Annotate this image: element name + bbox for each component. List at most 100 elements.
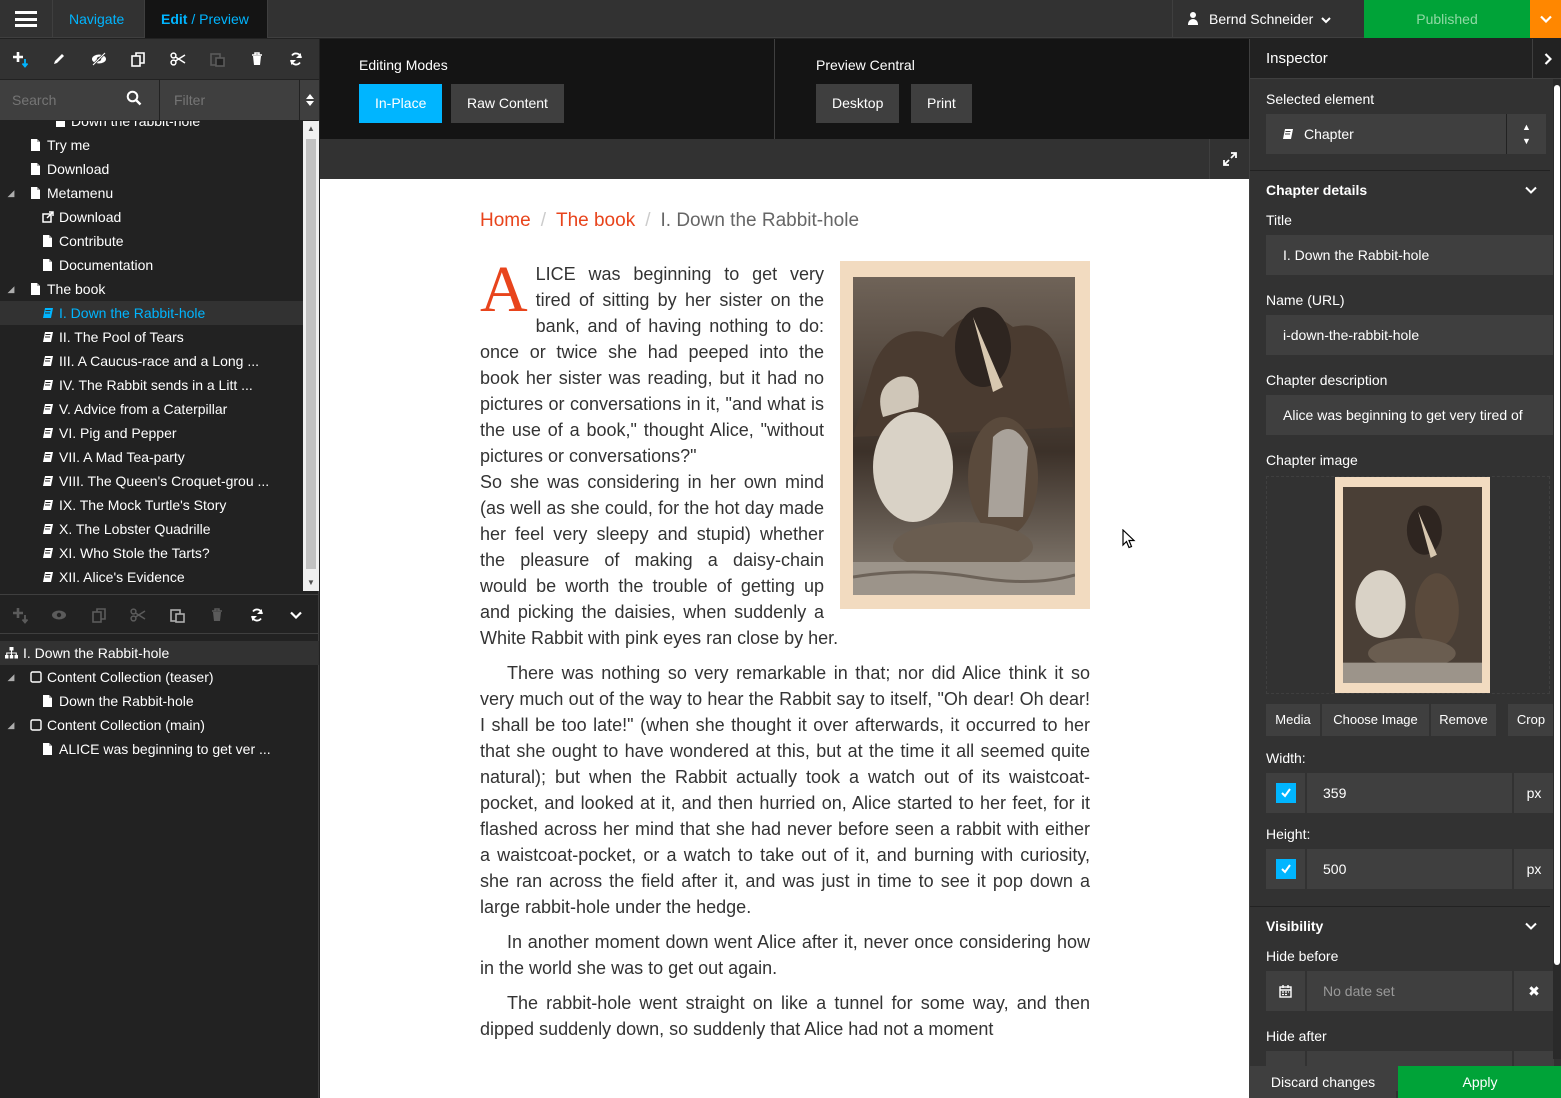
inspector-scrollbar[interactable] (1553, 79, 1561, 1059)
height-label: Height: (1266, 826, 1311, 842)
copy-node-button[interactable] (119, 39, 159, 79)
tree-node[interactable]: Contribute (0, 229, 303, 253)
tree-node[interactable]: II. The Pool of Tears (0, 325, 303, 349)
scroll-thumb[interactable] (1554, 85, 1560, 965)
delete-content-button[interactable] (198, 595, 238, 635)
breadcrumb-book-link[interactable]: The book (556, 210, 635, 231)
structure-node[interactable]: ◢ Content Collection (teaser) (0, 665, 319, 689)
published-button[interactable]: Published (1364, 0, 1530, 38)
add-content-button[interactable] (0, 595, 40, 635)
height-input[interactable]: 500 (1307, 849, 1512, 889)
paste-node-button[interactable] (198, 39, 238, 79)
apply-button[interactable]: Apply (1398, 1066, 1561, 1098)
edit-node-button[interactable] (40, 39, 80, 79)
tree-scrollbar[interactable]: ▲ ▼ (303, 121, 319, 591)
tree-node[interactable]: Documentation (0, 253, 303, 277)
choose-image-button[interactable]: Choose Image (1322, 704, 1429, 736)
delete-node-button[interactable] (237, 39, 277, 79)
raw-content-button[interactable]: Raw Content (451, 84, 564, 123)
media-button[interactable]: Media (1266, 704, 1320, 736)
hide-node-button[interactable] (79, 39, 119, 79)
height-lock-checkbox[interactable] (1266, 849, 1306, 889)
in-place-button[interactable]: In-Place (359, 84, 443, 123)
tree-node[interactable]: IX. The Mock Turtle's Story (0, 493, 303, 517)
collapse-structure-button[interactable] (277, 595, 317, 635)
image-dropzone[interactable] (1266, 476, 1550, 694)
width-lock-checkbox[interactable] (1266, 773, 1306, 813)
chapter-illustration[interactable] (840, 261, 1090, 609)
tree-node[interactable]: ◢ The book (0, 277, 303, 301)
structure-node[interactable]: I. Down the Rabbit-hole (0, 641, 319, 665)
width-input[interactable]: 359 (1307, 773, 1512, 813)
fullscreen-button[interactable] (1209, 139, 1249, 179)
tree-node[interactable]: IV. The Rabbit sends in a Litt ... (0, 373, 303, 397)
expand-icon (1222, 152, 1237, 166)
document-tree: Down the rabbit-hole Try me Download ◢ Metam… (0, 121, 303, 591)
discard-changes-button[interactable]: Discard changes (1250, 1066, 1396, 1098)
refresh-tree-button[interactable] (277, 39, 317, 79)
collapse-toggle-icon[interactable]: ◢ (5, 665, 17, 689)
publish-dropdown-button[interactable] (1530, 0, 1561, 38)
structure-node[interactable]: ◢ Content Collection (main) (0, 713, 319, 737)
desktop-button[interactable]: Desktop (816, 84, 900, 123)
tree-node-label: XII. Alice's Evidence (59, 569, 185, 585)
tree-node[interactable]: X. The Lobster Quadrille (0, 517, 303, 541)
collapse-toggle-icon[interactable]: ◢ (5, 277, 17, 301)
structure-node[interactable]: ALICE was beginning to get ver ... (0, 737, 319, 761)
tree-node[interactable]: XII. Alice's Evidence (0, 565, 303, 589)
scroll-thumb[interactable] (306, 139, 316, 569)
selected-element-select[interactable]: Chapter ▲ ▼ (1266, 114, 1546, 154)
name-url-field[interactable]: i-down-the-rabbit-hole (1266, 315, 1556, 355)
user-menu[interactable]: Bernd Schneider (1172, 0, 1364, 38)
chapter-description-field[interactable]: Alice was beginning to get very tired of (1266, 395, 1556, 435)
tree-node[interactable]: Download (0, 205, 303, 229)
print-button[interactable]: Print (911, 84, 972, 123)
cut-content-button[interactable] (119, 595, 159, 635)
paste-content-button[interactable] (158, 595, 198, 635)
calendar-icon[interactable] (1266, 971, 1306, 1011)
tree-node[interactable]: I. Down the Rabbit-hole (0, 301, 303, 325)
tree-node[interactable]: XI. Who Stole the Tarts? (0, 541, 303, 565)
tree-node[interactable]: Try me (0, 133, 303, 157)
collapse-inspector-button[interactable] (1532, 39, 1561, 79)
tree-node[interactable]: Download (0, 157, 303, 181)
add-node-button[interactable] (0, 39, 40, 79)
refresh-structure-button[interactable] (237, 595, 277, 635)
scroll-up-icon[interactable]: ▲ (303, 121, 319, 137)
remove-image-button[interactable]: Remove (1431, 704, 1496, 736)
hide-content-button[interactable] (40, 595, 80, 635)
structure-node[interactable]: Down the Rabbit-hole (0, 689, 319, 713)
clear-date-button[interactable]: ✖ (1514, 971, 1554, 1011)
title-field[interactable]: I. Down the Rabbit-hole (1266, 235, 1556, 275)
chapter-image-label: Chapter image (1266, 452, 1358, 468)
tree-node[interactable]: Down the rabbit-hole (0, 121, 303, 133)
crop-image-button[interactable]: Crop (1508, 704, 1554, 736)
menu-button[interactable] (0, 0, 52, 38)
tab-edit-preview[interactable]: Edit / Preview (144, 0, 268, 38)
tab-navigate[interactable]: Navigate (52, 0, 144, 38)
inspector-header: Inspector (1250, 39, 1561, 79)
breadcrumb-home-link[interactable]: Home (480, 210, 531, 231)
search-icon[interactable] (126, 90, 146, 110)
tree-node[interactable]: ◢ Metamenu (0, 181, 303, 205)
filter-input[interactable] (160, 80, 300, 120)
visibility-section[interactable]: Visibility (1250, 906, 1550, 944)
collapse-toggle-icon[interactable]: ◢ (5, 181, 17, 205)
tree-node[interactable]: VIII. The Queen's Croquet-grou ... (0, 469, 303, 493)
cut-node-button[interactable] (158, 39, 198, 79)
user-icon (1187, 12, 1199, 25)
scroll-down-icon[interactable]: ▼ (303, 575, 319, 591)
chapter-image-thumbnail[interactable] (1335, 477, 1490, 693)
tree-node[interactable]: V. Advice from a Caterpillar (0, 397, 303, 421)
tree-node[interactable]: III. A Caucus-race and a Long ... (0, 349, 303, 373)
copy-content-button[interactable] (79, 595, 119, 635)
chapter-content[interactable]: A LICE was beginning to get very tired of… (480, 257, 1090, 1051)
hide-before-date-field[interactable]: No date set (1307, 971, 1512, 1011)
tree-node[interactable]: VI. Pig and Pepper (0, 421, 303, 445)
tree-node[interactable]: VII. A Mad Tea-party (0, 445, 303, 469)
hide-before-label: Hide before (1266, 948, 1339, 964)
chapter-details-section[interactable]: Chapter details (1250, 170, 1550, 208)
editing-modes: Editing Modes In-Place Raw Content (359, 39, 775, 139)
collapse-toggle-icon[interactable]: ◢ (5, 713, 17, 737)
filter-select-icon[interactable] (300, 80, 319, 120)
